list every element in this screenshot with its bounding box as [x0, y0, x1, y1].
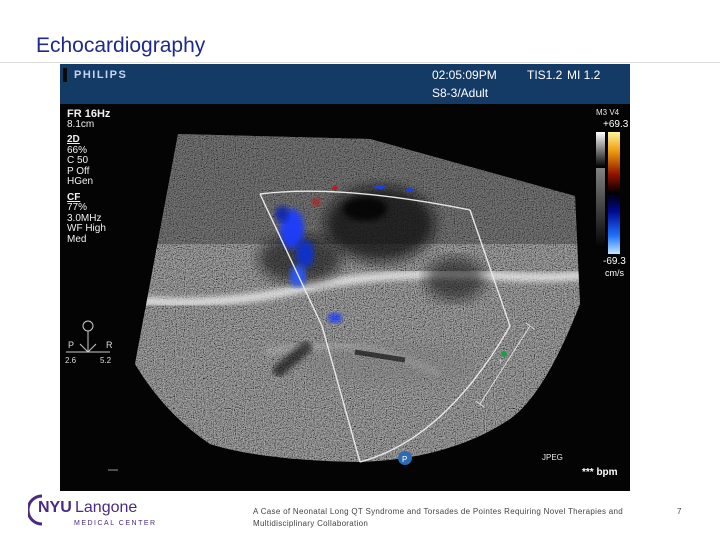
scan-parameters: FR 16Hz 8.1cm 2D 66% C 50 P Off HGen CF …: [67, 109, 110, 245]
mode-2d: 2D: [67, 134, 80, 145]
colorbar-label: M3 V4: [596, 108, 620, 117]
image-format: JPEG: [542, 453, 563, 462]
probe-label: S8-3/Adult: [432, 86, 489, 100]
orientation-left: P: [68, 340, 75, 350]
footer-citation: A Case of Neonatal Long QT Syndrome and …: [253, 507, 624, 528]
depth: 8.1cm: [67, 118, 95, 130]
svg-text:+: +: [498, 356, 503, 366]
orientation-right-value: 5.2: [100, 356, 112, 365]
gain-cf: 77%: [67, 202, 88, 213]
gen-2d: HGen: [67, 176, 94, 187]
heart-rate: *** bpm: [582, 467, 618, 478]
svg-text:NYU: NYU: [38, 499, 72, 516]
title-divider: [0, 62, 720, 63]
velocity-min: -69.3: [603, 256, 626, 267]
echo-header-bar: PHILIPS 02:05:09PM TIS1.2 MI 1.2 S8-3/Ad…: [60, 64, 630, 104]
tis-value: TIS1.2: [527, 68, 563, 82]
slide-title: Echocardiography: [36, 34, 206, 57]
brand-label: PHILIPS: [74, 69, 128, 81]
acquisition-time: 02:05:09PM: [432, 68, 497, 82]
smoothing-cf: Med: [67, 233, 87, 245]
svg-text:MEDICAL CENTER: MEDICAL CENTER: [74, 520, 157, 527]
ultrasound-scan-graphic: + P: [66, 132, 620, 471]
velocity-unit: cm/s: [605, 268, 624, 278]
wall-filter-cf: WF High: [67, 223, 106, 234]
svg-text:P: P: [402, 455, 407, 464]
svg-text:Langone: Langone: [75, 499, 137, 516]
velocity-max: +69.3: [603, 119, 629, 130]
orientation-right: R: [106, 340, 113, 350]
orientation-left-value: 2.6: [65, 356, 77, 365]
nyu-langone-logo: NYU Langone MEDICAL CENTER: [26, 490, 158, 535]
header-marker: [63, 68, 67, 82]
nyu-logo-graphic: NYU Langone MEDICAL CENTER: [26, 494, 157, 527]
echocardiogram-image: + P PHILIPS 02:05:09PM TIS1.2 MI 1.2 S8-…: [60, 64, 630, 491]
page-number: 7: [677, 507, 682, 516]
frame-rate: FR 16Hz: [67, 108, 111, 120]
mi-value: MI 1.2: [567, 68, 601, 82]
compress-2d: C 50: [67, 155, 89, 166]
